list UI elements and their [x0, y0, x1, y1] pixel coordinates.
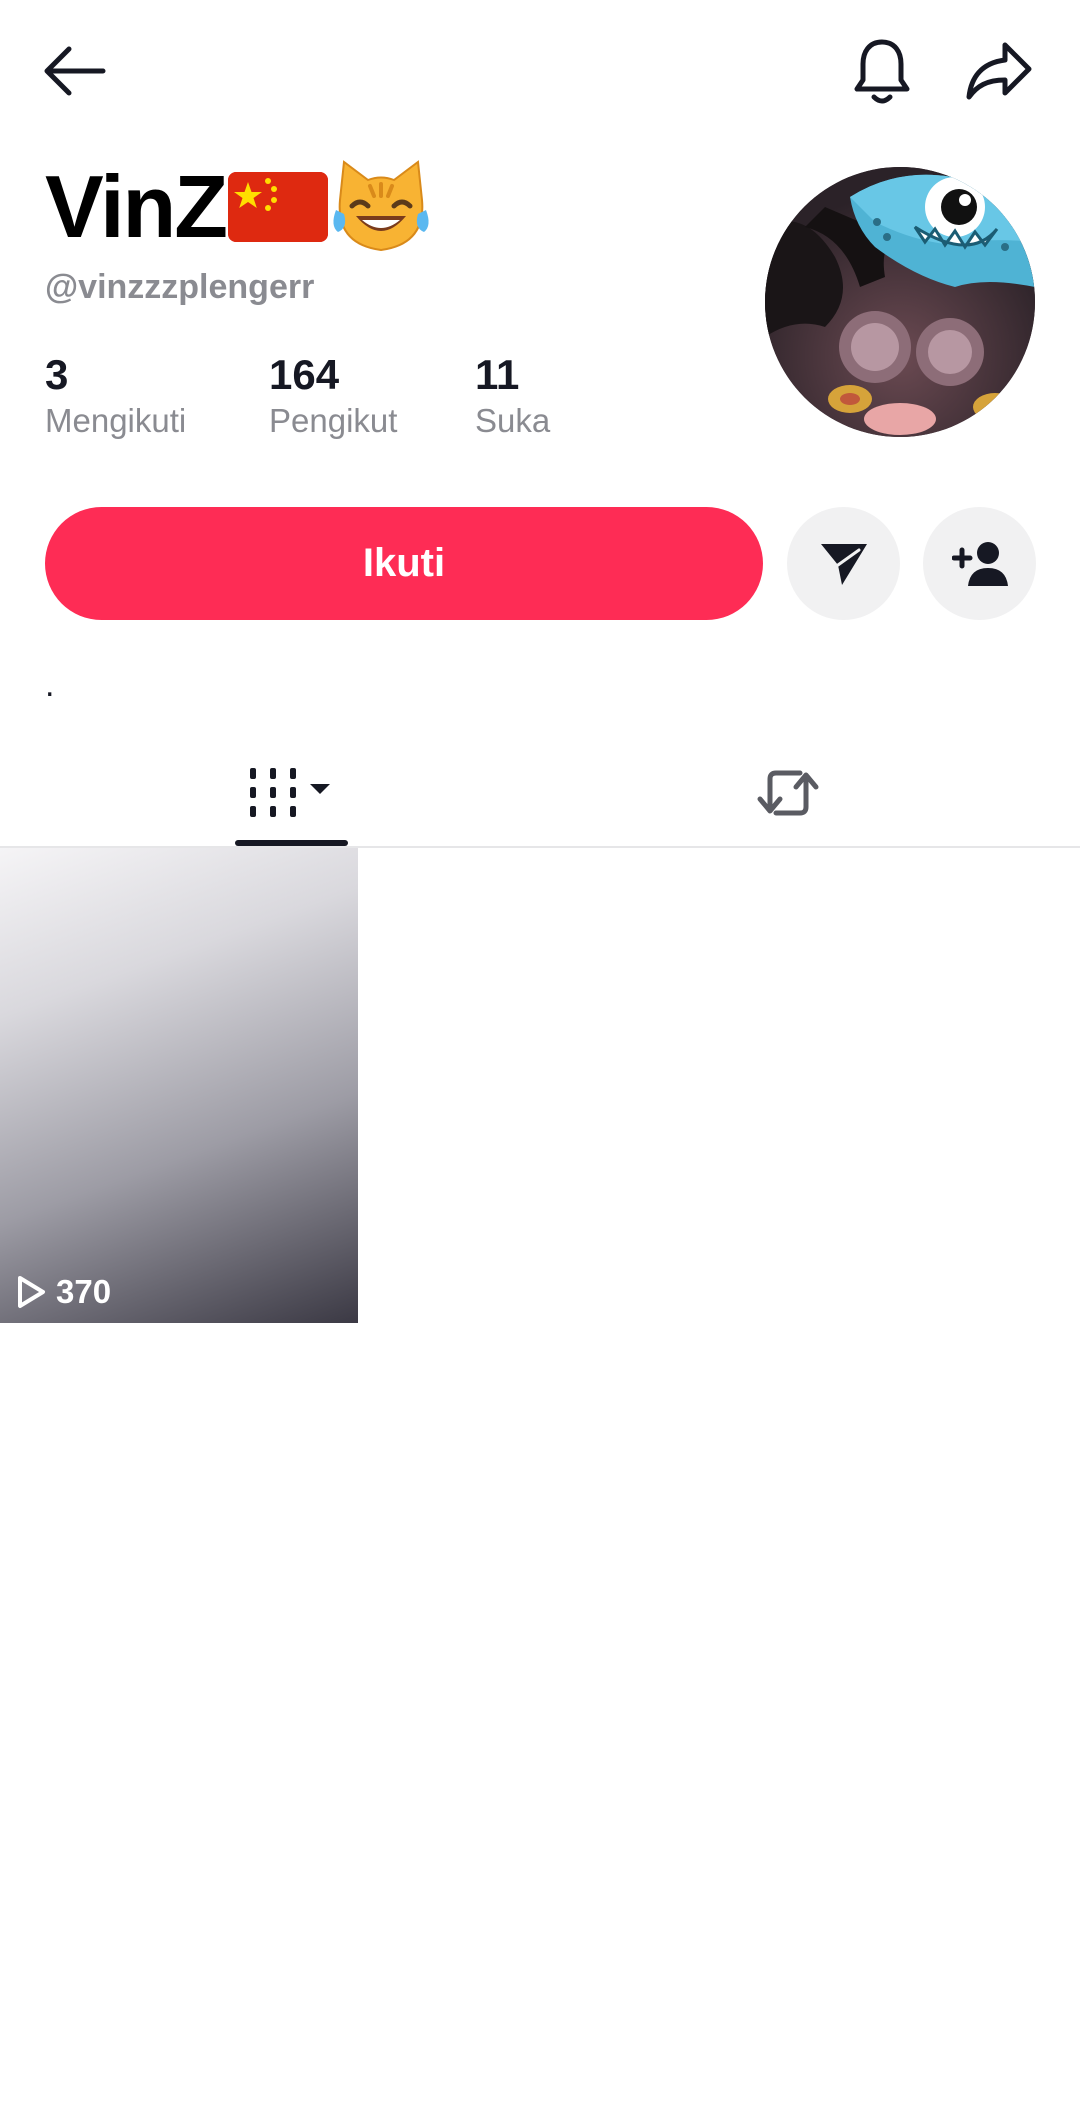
stat-followers[interactable]: 164 Pengikut — [269, 350, 489, 442]
play-icon — [18, 1276, 45, 1308]
tab-reposts[interactable] — [518, 740, 1058, 846]
cat-tears-of-joy-emoji — [333, 160, 429, 252]
username: @vinzzzplengerr — [45, 268, 315, 306]
share-button[interactable] — [954, 26, 1044, 116]
message-button[interactable] — [787, 507, 900, 620]
china-flag-emoji — [228, 172, 329, 242]
active-tab-indicator — [235, 840, 348, 846]
stat-followers-value: 164 — [269, 351, 340, 398]
follow-button[interactable]: Ikuti — [45, 507, 763, 620]
add-friend-button[interactable] — [923, 507, 1036, 620]
paper-plane-icon — [820, 543, 867, 585]
tab-videos[interactable] — [22, 740, 562, 846]
bio-text: . — [45, 666, 55, 704]
person-add-icon — [951, 541, 1008, 586]
view-count: 370 — [16, 1273, 111, 1311]
display-name: VinZ — [45, 152, 432, 262]
display-name-text: VinZ — [45, 157, 228, 256]
share-icon — [966, 42, 1032, 100]
video-thumbnail[interactable]: 370 — [0, 848, 358, 1323]
stat-followers-label: Pengikut — [269, 402, 398, 439]
content-tabs — [0, 740, 1080, 848]
avatar[interactable] — [765, 167, 1035, 437]
stat-following[interactable]: 3 Mengikuti — [45, 350, 265, 442]
avatar-image — [765, 167, 1035, 437]
chevron-down-icon — [310, 784, 330, 794]
view-count-value: 370 — [56, 1273, 112, 1310]
stat-following-value: 3 — [45, 351, 69, 398]
stat-likes-label: Suka — [475, 402, 551, 439]
arrow-left-icon — [44, 46, 106, 96]
repost-icon — [757, 770, 819, 816]
stat-likes[interactable]: 11 Suka — [475, 350, 695, 442]
stat-following-label: Mengikuti — [45, 402, 187, 439]
notifications-button[interactable] — [837, 26, 927, 116]
top-bar — [0, 0, 1080, 150]
grid-bars-icon — [250, 768, 330, 817]
stat-likes-value: 11 — [475, 351, 520, 398]
bell-icon — [854, 39, 910, 104]
back-button[interactable] — [30, 26, 120, 116]
